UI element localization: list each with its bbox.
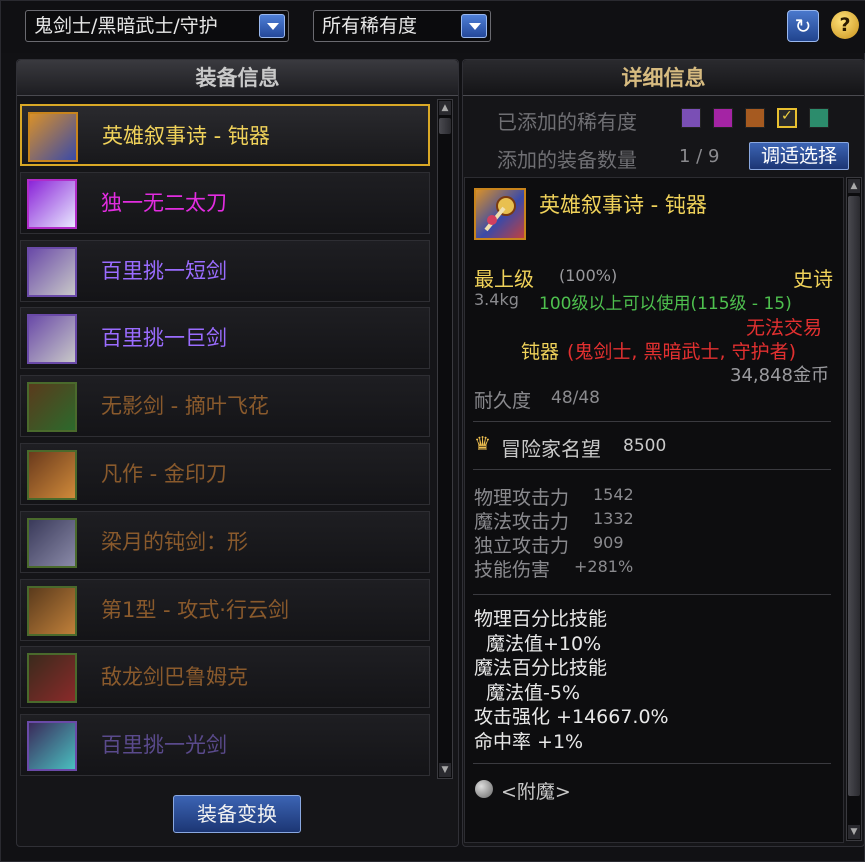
equipment-list-item[interactable]: 独一无二太刀	[20, 171, 430, 234]
equipment-name: 百里挑一短剑	[101, 258, 227, 283]
rarity-swatch[interactable]	[809, 108, 829, 128]
rarity-swatch[interactable]	[745, 108, 765, 128]
equipment-name: 英雄叙事诗 - 钝器	[102, 124, 270, 148]
stat-label: 独立攻击力	[474, 535, 570, 557]
item-grade-pct: (100%)	[559, 266, 618, 285]
equipment-name: 敌龙剑巴鲁姆克	[101, 665, 248, 690]
equipment-list-title: 装备信息	[17, 60, 458, 96]
equipment-name: 梁月的钝剑：形	[101, 529, 248, 554]
stat-value: +281%	[574, 557, 634, 576]
item-trade: 无法交易	[746, 317, 823, 339]
scroll-thumb[interactable]	[439, 118, 451, 134]
stat-label: 技能伤害	[474, 559, 551, 581]
item-weight: 3.4kg	[474, 290, 519, 309]
top-bar: 鬼剑士/黑暗武士/守护 所有稀有度 ↻ ?	[1, 1, 865, 53]
bonus-line: 魔法百分比技能	[474, 657, 608, 679]
weapon-icon	[27, 450, 77, 500]
item-level-req: 100级以上可以使用(115级 - 15)	[539, 294, 792, 314]
stat-value: 909	[593, 533, 624, 552]
reputation-label: 冒险家名望	[501, 437, 601, 461]
equipment-list-item[interactable]: 敌龙剑巴鲁姆克	[20, 646, 430, 709]
stat-label: 物理攻击力	[474, 487, 570, 509]
equipment-name: 无影剑 - 摘叶飞花	[101, 394, 269, 419]
item-grade: 最上级	[474, 267, 534, 291]
detail-panel-title: 详细信息	[463, 60, 864, 96]
bonus-line: 魔法值-5%	[486, 681, 580, 704]
rarity-filter-value: 所有稀有度	[322, 15, 418, 37]
item-icon	[474, 188, 526, 240]
equip-swap-button[interactable]: 装备变换	[173, 795, 301, 833]
scroll-up-icon[interactable]: ▲	[439, 101, 451, 115]
crown-icon: ♛	[474, 433, 492, 455]
scroll-up-icon[interactable]: ▲	[848, 179, 860, 193]
weapon-icon	[27, 178, 77, 229]
bonus-line: 攻击强化 +14667.0%	[474, 706, 669, 728]
chevron-down-icon[interactable]	[259, 14, 285, 38]
item-type: 钝器	[521, 341, 560, 363]
stat-value: 1542	[593, 485, 634, 504]
enchant-slot-icon	[475, 780, 493, 798]
item-title: 英雄叙事诗 - 钝器	[539, 193, 707, 217]
bonus-line: 命中率 +1%	[474, 730, 584, 753]
divider	[473, 421, 831, 422]
equipment-list-item[interactable]: 凡作 - 金印刀	[20, 443, 430, 505]
equipment-name: 凡作 - 金印刀	[101, 462, 227, 486]
equipment-list-item[interactable]: 百里挑一短剑	[20, 239, 430, 302]
divider	[473, 594, 831, 595]
scroll-down-icon[interactable]: ▼	[439, 763, 451, 777]
divider	[473, 469, 831, 470]
weapon-icon	[27, 721, 77, 772]
item-rarity: 史诗	[793, 267, 833, 291]
detail-scrollbar[interactable]: ▲ ▼	[846, 177, 862, 841]
divider	[473, 763, 831, 764]
rarity-swatch[interactable]	[713, 108, 733, 128]
refresh-icon[interactable]: ↻	[787, 10, 819, 42]
weapon-icon	[27, 314, 77, 365]
adjust-selection-button[interactable]: 调适选择	[749, 142, 849, 170]
bonus-line: 魔法值+10%	[486, 632, 602, 655]
rarity-filter-dropdown[interactable]: 所有稀有度	[313, 10, 491, 42]
scroll-thumb[interactable]	[848, 196, 860, 796]
item-price: 34,848金币	[730, 365, 829, 386]
chevron-down-icon[interactable]	[461, 14, 487, 38]
rarity-swatch[interactable]	[681, 108, 701, 128]
job-filter-value: 鬼剑士/黑暗武士/守护	[34, 15, 218, 37]
job-filter-dropdown[interactable]: 鬼剑士/黑暗武士/守护	[25, 10, 289, 42]
reputation-value: 8500	[623, 436, 667, 456]
weapon-icon	[27, 585, 77, 636]
weapon-icon	[27, 517, 77, 568]
count-label: 添加的装备数量	[497, 148, 637, 172]
durability-value: 48/48	[551, 388, 600, 408]
blunt-weapon-icon	[484, 196, 516, 232]
equipment-list-item[interactable]: 梁月的钝剑：形	[20, 510, 430, 573]
weapon-icon	[27, 382, 77, 433]
equipment-name: 第1型 - 攻式·行云剑	[101, 597, 289, 622]
equipment-list-item[interactable]: 无影剑 - 摘叶飞花	[20, 375, 430, 438]
stat-value: 1332	[593, 509, 634, 528]
equipment-name: 百里挑一巨剑	[101, 326, 227, 351]
equipment-list-item[interactable]: 百里挑一巨剑	[20, 307, 430, 370]
equipment-name: 百里挑一光剑	[101, 733, 227, 758]
weapon-icon	[27, 246, 77, 297]
enchant-label: <附魔>	[501, 781, 571, 803]
durability-label: 耐久度	[474, 390, 532, 412]
equipment-list-item[interactable]: 第1型 - 攻式·行云剑	[20, 578, 430, 641]
equipment-list-item[interactable]: 英雄叙事诗 - 钝器	[20, 104, 430, 166]
rarity-added-label: 已添加的稀有度	[497, 110, 637, 134]
equipment-window: 鬼剑士/黑暗武士/守护 所有稀有度 ↻ ? 装备信息 英雄叙事诗 - 钝器 独一无…	[0, 0, 865, 862]
help-icon[interactable]: ?	[831, 11, 859, 39]
count-value: 1 / 9	[679, 146, 720, 167]
stat-label: 魔法攻击力	[474, 511, 570, 533]
scroll-down-icon[interactable]: ▼	[848, 825, 860, 839]
equipment-list-scrollbar[interactable]: ▲ ▼	[437, 99, 453, 779]
weapon-icon	[28, 112, 78, 162]
item-type-jobs: (鬼剑士, 黑暗武士, 守护者)	[567, 341, 796, 363]
rarity-swatch-checked[interactable]: ✓	[777, 108, 797, 128]
equipment-list-item[interactable]: 百里挑一光剑	[20, 714, 430, 777]
bonus-line: 物理百分比技能	[474, 608, 608, 630]
equipment-name: 独一无二太刀	[101, 190, 227, 215]
weapon-icon	[27, 653, 77, 704]
